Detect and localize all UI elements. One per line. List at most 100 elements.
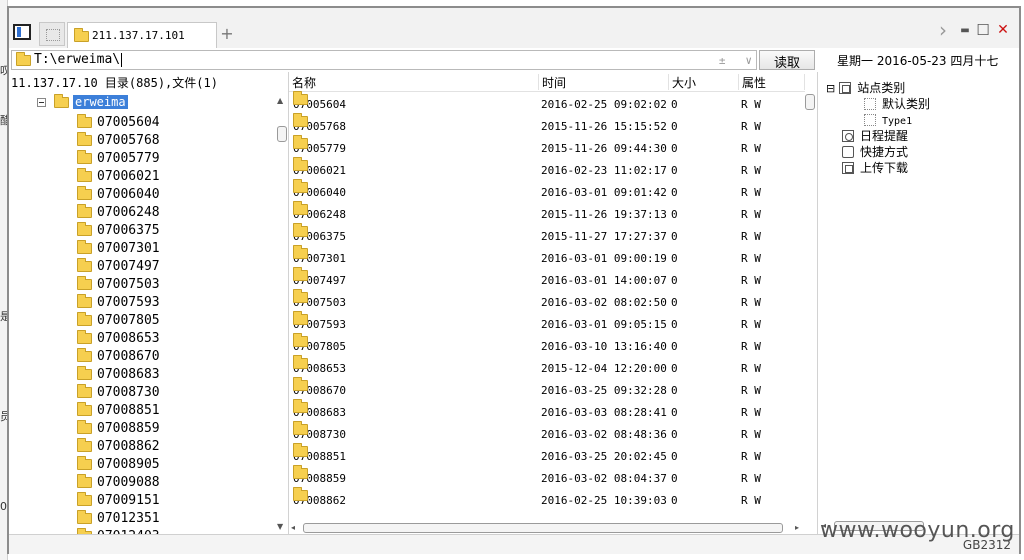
table-row[interactable]: 07008683 2016-03-03 08:28:41 0 R W [289,399,805,424]
tree-item[interactable]: 07008851 [77,402,160,420]
tree-item[interactable]: 07007503 [77,276,160,294]
cell-attr: R W [741,406,761,419]
cell-attr: R W [741,384,761,397]
cell-time: 2016-03-25 09:32:28 [541,384,667,397]
tree-item[interactable]: 07012351 [77,510,160,528]
site-pane-item[interactable]: 默认类别 [864,96,930,112]
site-pane-item[interactable]: 日程提醒 [842,128,908,144]
site-pane-label: 站点类别 [857,81,906,95]
column-size[interactable]: 大小 [669,74,739,90]
maximize-button[interactable]: ☐ [975,21,991,39]
column-attr[interactable]: 属性 [739,74,805,90]
table-row[interactable]: 07006021 2016-02-23 11:02:17 0 R W [289,157,805,182]
table-row[interactable]: 07008653 2015-12-04 12:20:00 0 R W [289,355,805,380]
transfer-icon [842,162,854,174]
cell-attr: R W [741,362,761,375]
tree-item[interactable]: 07007593 [77,294,160,312]
add-tab-button[interactable]: + [219,24,235,44]
column-time[interactable]: 时间 [539,74,669,90]
list-vertical-scrollbar[interactable] [803,94,817,520]
list-header: 名称 时间 大小 属性 [289,72,805,92]
tree-item[interactable]: 07008862 [77,438,160,456]
table-row[interactable]: 07005768 2015-11-26 15:15:52 0 R W [289,113,805,138]
tree-item[interactable]: 07008905 [77,456,160,474]
tree-scrollbar[interactable]: ▲ ▼ [275,96,287,532]
table-row[interactable]: 07007503 2016-03-02 08:02:50 0 R W [289,289,805,314]
tree-item[interactable]: 07009088 [77,474,160,492]
tree-item[interactable]: 07006375 [77,222,160,240]
cell-size: 0 [671,164,678,177]
site-pane-item[interactable]: 上传下载 [842,160,908,176]
sidebar-toggle-icon[interactable] [13,24,31,40]
tab-server[interactable]: 211.137.17.101 [67,22,217,48]
tree-item[interactable]: 07005768 [77,132,160,150]
stepper-icon[interactable]: ± [719,54,726,67]
folder-icon [293,267,308,281]
read-button[interactable]: 读取 [759,50,815,71]
scroll-right-icon[interactable]: ▸ [795,523,799,532]
scroll-down-icon[interactable]: ▼ [277,522,283,531]
table-row[interactable]: 07008859 2016-03-02 08:04:37 0 R W [289,465,805,490]
site-pane-item[interactable]: 快捷方式 [842,144,908,160]
table-row[interactable]: 07008862 2016-02-25 10:39:03 0 R W [289,487,805,512]
list-hscroll-thumb[interactable] [303,523,783,533]
table-row[interactable]: 07008670 2016-03-25 09:32:28 0 R W [289,377,805,402]
list-scroll-thumb[interactable] [805,94,815,110]
tree-item-label: 07007301 [97,241,160,256]
folder-icon [77,438,92,452]
chevron-down-icon[interactable]: ∨ [745,54,752,67]
folder-icon [293,135,308,149]
chevron-right-icon[interactable]: › [935,18,951,42]
tree-item[interactable]: 07008730 [77,384,160,402]
blank-tab-icon[interactable] [39,22,65,46]
minimize-button[interactable]: ▬ [957,25,973,43]
tree-item[interactable]: 07007497 [77,258,160,276]
tree-item[interactable]: 07009151 [77,492,160,510]
tree-item[interactable]: 07006021 [77,168,160,186]
tree-item[interactable]: 07005779 [77,150,160,168]
close-button[interactable]: ✕ [995,22,1011,40]
table-row[interactable]: 07007497 2016-03-01 14:00:07 0 R W [289,267,805,292]
folder-icon [293,201,308,215]
table-row[interactable]: 07006040 2016-03-01 09:01:42 0 R W [289,179,805,204]
folder-icon [293,333,308,347]
tree-scroll-thumb[interactable] [277,126,287,142]
tree-item-label: 07008905 [97,457,160,472]
site-pane-item[interactable]: ⊟ 站点类别 [826,80,905,96]
site-pane-item[interactable]: Type1 [864,112,912,128]
table-row[interactable]: 07008851 2016-03-25 20:02:45 0 R W [289,443,805,468]
table-row[interactable]: 07007593 2016-03-01 09:05:15 0 R W [289,311,805,336]
cell-attr: R W [741,472,761,485]
collapse-icon[interactable] [37,98,46,107]
path-input[interactable]: T:\erweima\ ± ∨ [11,50,757,70]
scroll-left-icon[interactable]: ◂ [291,523,295,532]
scroll-up-icon[interactable]: ▲ [277,96,283,105]
tree-item-label: 07008859 [97,421,160,436]
list-horizontal-scrollbar[interactable]: ◂ ▸ [289,522,805,534]
tree-item[interactable]: 07008859 [77,420,160,438]
cell-time: 2016-03-03 08:28:41 [541,406,667,419]
cell-attr: R W [741,450,761,463]
table-row[interactable]: 07006248 2015-11-26 19:37:13 0 R W [289,201,805,226]
tree-root[interactable]: erweima [37,94,128,113]
tree-item[interactable]: 07007805 [77,312,160,330]
tree-item[interactable]: 07008653 [77,330,160,348]
table-row[interactable]: 07006375 2015-11-27 17:27:37 0 R W [289,223,805,248]
cell-time: 2016-02-25 09:02:02 [541,98,667,111]
table-row[interactable]: 07005779 2015-11-26 09:44:30 0 R W [289,135,805,160]
tree-item[interactable]: 07008683 [77,366,160,384]
folder-icon [77,294,92,308]
collapse-icon[interactable]: ⊟ [826,82,835,95]
column-name[interactable]: 名称 [289,74,539,90]
tree-item[interactable]: 07008670 [77,348,160,366]
tree-item[interactable]: 07007301 [77,240,160,258]
tree-item[interactable]: 07006248 [77,204,160,222]
table-row[interactable]: 07007301 2016-03-01 09:00:19 0 R W [289,245,805,270]
tree-item[interactable]: 07006040 [77,186,160,204]
table-row[interactable]: 07007805 2016-03-10 13:16:40 0 R W [289,333,805,358]
table-row[interactable]: 07005604 2016-02-25 09:02:02 0 R W [289,91,805,116]
tree-item[interactable]: 07005604 [77,114,160,132]
cell-size: 0 [671,230,678,243]
table-row[interactable]: 07008730 2016-03-02 08:48:36 0 R W [289,421,805,446]
tab-bar: 211.137.17.101 + › ▬ ☐ ✕ [9,8,1019,48]
